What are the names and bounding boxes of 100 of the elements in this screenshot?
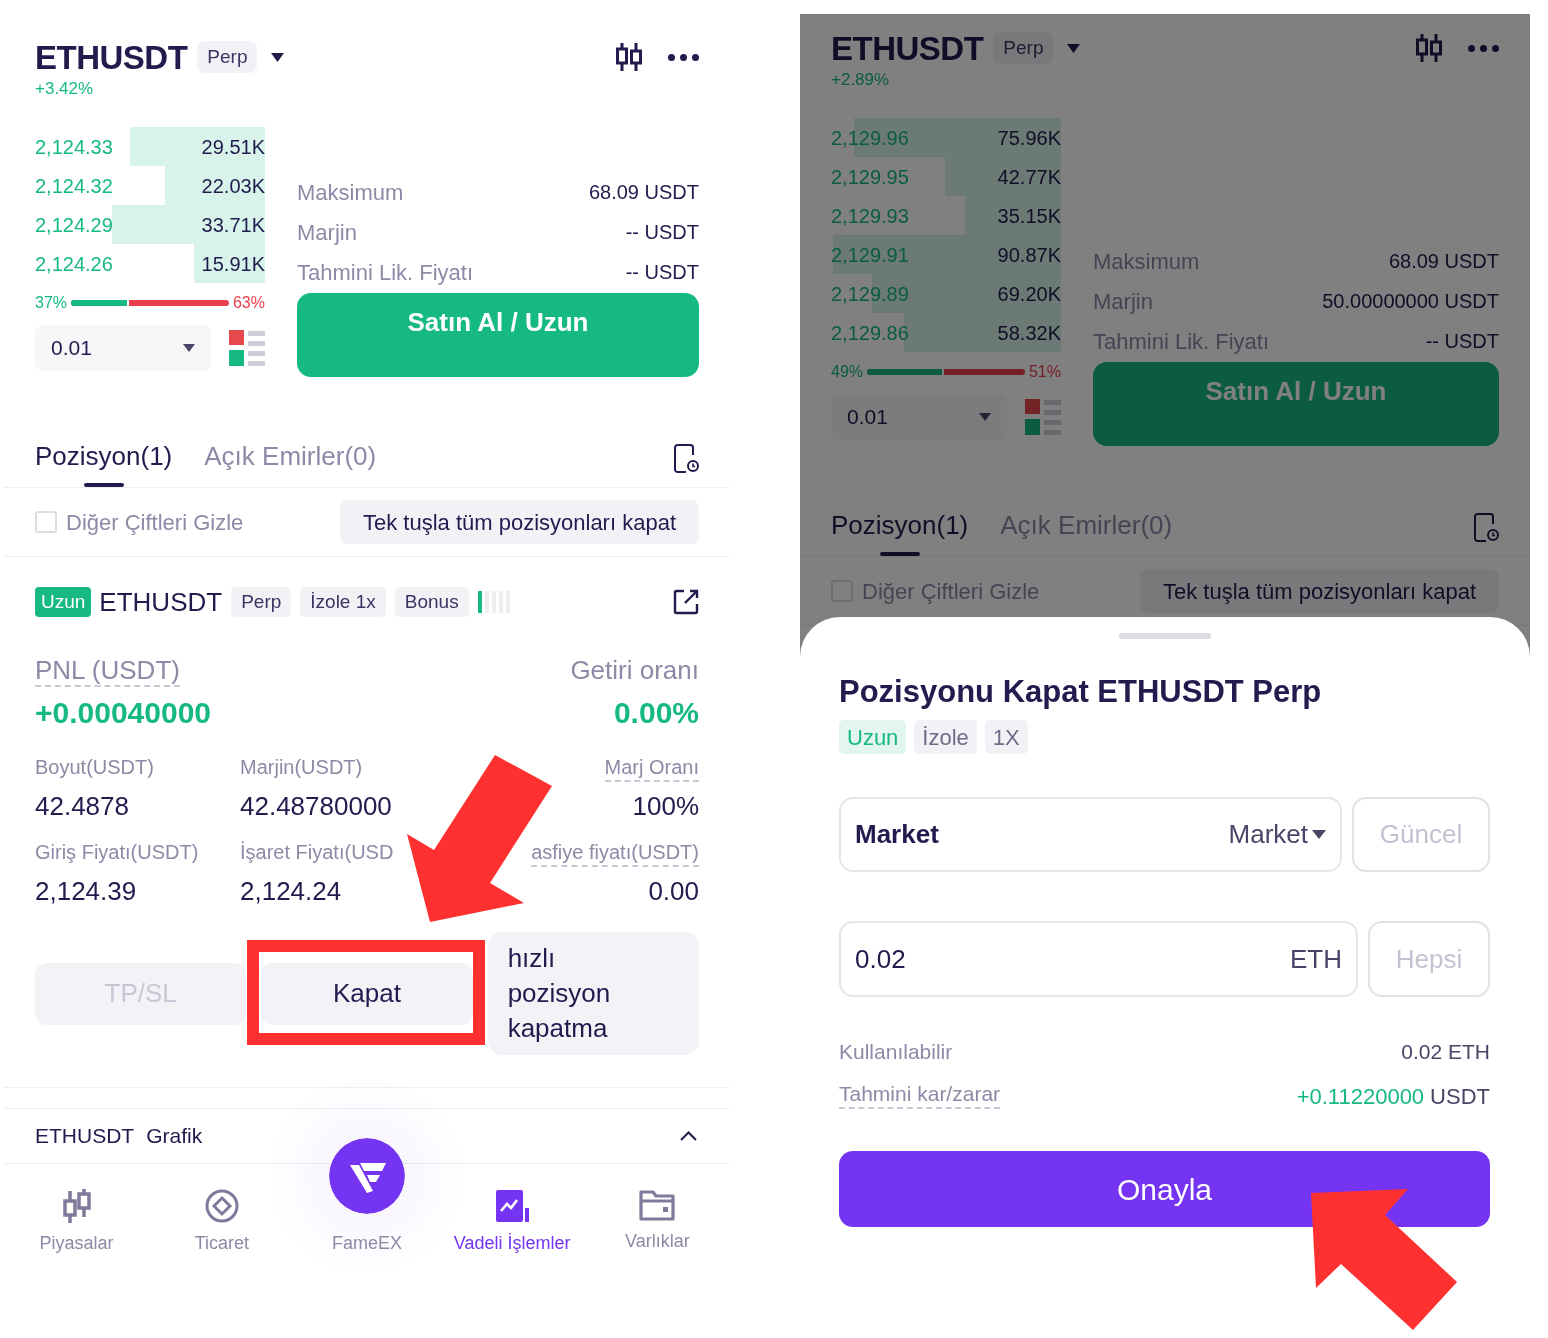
order-price: 2,129.96	[831, 125, 909, 151]
contract-tag: Perp	[993, 32, 1054, 64]
order-price: 2,124.26	[35, 251, 113, 277]
stat-label: Boyut(USDT)	[35, 755, 154, 780]
order-book-layout-icon[interactable]	[229, 330, 265, 366]
tab[interactable]: Açık Emirler(0)	[204, 440, 377, 487]
summary-label: Getiri oranı	[570, 655, 699, 687]
external-link-icon[interactable]	[673, 589, 699, 615]
symbol-title: ETHUSDT	[831, 31, 984, 65]
amount-field[interactable]: 0.02 ETH	[839, 921, 1358, 997]
order-price: 2,129.93	[831, 203, 909, 229]
info-value: -- USDT	[1425, 329, 1499, 354]
stat-value: 42.48780000	[240, 790, 392, 822]
chart-label: Grafik	[146, 1123, 203, 1150]
sell-ratio-label: 63%	[232, 293, 265, 313]
order-price: 2,124.32	[35, 173, 113, 199]
logo-icon[interactable]	[329, 1138, 405, 1214]
order-book-row[interactable]: 2,124.26 15.91K	[35, 244, 265, 283]
order-book-row[interactable]: 2,129.86 58.32K	[831, 313, 1061, 352]
nav-tab[interactable]: Ticaret	[149, 1189, 295, 1254]
stat-label: İşaret Fiyatı(USD	[240, 840, 394, 865]
price-field[interactable]: Market Market	[839, 797, 1342, 872]
quantity-select[interactable]: 0.01	[35, 325, 211, 371]
order-book-layout-icon[interactable]	[1025, 399, 1061, 435]
buy-ratio-label: 49%	[831, 362, 864, 382]
wallet-icon[interactable]	[639, 1189, 676, 1221]
order-price: 2,129.89	[831, 281, 909, 307]
chart-square-icon[interactable]	[495, 1189, 530, 1223]
unit-label: ETH	[1290, 942, 1342, 976]
stat-value: 100%	[632, 790, 699, 822]
order-amount: 42.77K	[997, 164, 1061, 190]
more-icon[interactable]	[668, 53, 699, 61]
order-book-row[interactable]: 2,129.96 75.96K	[831, 118, 1061, 157]
stat-label: Marj Oranı	[604, 754, 699, 782]
checkbox[interactable]	[35, 511, 57, 533]
order-amount: 29.51K	[201, 134, 265, 160]
nav-tab[interactable]: Piyasalar	[4, 1189, 150, 1254]
position-action-button[interactable]: Kapat	[261, 962, 473, 1025]
order-book-row[interactable]: 2,129.91 90.87K	[831, 235, 1061, 274]
order-amount: 15.91K	[201, 251, 265, 277]
info-value: 68.09 USDT	[588, 180, 699, 205]
contract-tag: Perp	[197, 41, 258, 73]
close-all-button[interactable]: Tek tuşla tüm pozisyonları kapat	[1139, 569, 1499, 613]
order-book-row[interactable]: 2,124.33 29.51K	[35, 127, 265, 166]
sheet-tag: Uzun	[839, 720, 907, 754]
order-book-row[interactable]: 2,124.29 33.71K	[35, 205, 265, 244]
price-change: +2.89%	[831, 70, 891, 90]
checkbox-label[interactable]: Diğer Çiftleri Gizle	[66, 505, 244, 539]
sheet-tag: İzole	[914, 720, 977, 754]
checkbox-label[interactable]: Diğer Çiftleri Gizle	[862, 574, 1040, 608]
caret-down-icon[interactable]	[271, 52, 285, 62]
tab[interactable]: Pozisyon(1)	[35, 440, 173, 487]
order-type-select[interactable]: Market	[1228, 815, 1326, 854]
diamond-circle-icon[interactable]	[204, 1189, 239, 1223]
sheet-title: Pozisyonu Kapat ETHUSDT Perp	[839, 673, 1323, 711]
tab[interactable]: Pozisyon(1)	[831, 509, 969, 556]
order-price: 2,129.86	[831, 320, 909, 346]
stat-value: 42.4878	[35, 790, 129, 822]
summary-label: PNL (USDT)	[35, 655, 180, 687]
available-value: 0.02 ETH	[1401, 1039, 1490, 1066]
sell-ratio-label: 51%	[1028, 362, 1061, 382]
sheet-handle[interactable]	[1118, 633, 1211, 639]
tab[interactable]: Açık Emirler(0)	[1000, 509, 1173, 556]
summary-value: +0.00040000	[35, 695, 211, 731]
candlestick-icon[interactable]	[61, 1189, 92, 1223]
close-all-button[interactable]: Tek tuşla tüm pozisyonları kapat	[339, 500, 699, 544]
order-amount: 69.20K	[997, 281, 1061, 307]
order-history-icon[interactable]	[674, 444, 699, 473]
stat-value: 2,124.39	[35, 875, 137, 907]
chevron-up-icon[interactable]	[680, 1131, 697, 1141]
estimate-value: +0.11220000	[1296, 1084, 1425, 1110]
order-book-row[interactable]: 2,124.32 22.03K	[35, 166, 265, 205]
order-book-row[interactable]: 2,129.95 42.77K	[831, 157, 1061, 196]
nav-tab[interactable]: Varlıklar	[584, 1189, 730, 1252]
order-book-row[interactable]: 2,129.89 69.20K	[831, 274, 1061, 313]
side-badge: Uzun	[35, 587, 92, 617]
unit-label: USDT	[1430, 1084, 1490, 1110]
buy-long-button[interactable]: Satın Al / Uzun	[297, 293, 699, 377]
order-book-row[interactable]: 2,129.93 35.15K	[831, 196, 1061, 235]
stat-value: 0.00	[648, 875, 699, 907]
candlestick-chart-icon[interactable]	[614, 42, 644, 72]
nav-tab[interactable]: FameEX	[294, 1138, 440, 1254]
order-price: 2,129.95	[831, 164, 909, 190]
position-action-button[interactable]: hızlı pozisyon kapatma	[487, 932, 699, 1055]
confirm-button[interactable]: Onayla	[839, 1151, 1490, 1227]
stat-label: Marjin(USDT)	[240, 755, 363, 780]
info-label: Marjin	[1093, 287, 1153, 316]
quantity-select[interactable]: 0.01	[831, 394, 1007, 440]
position-tag: İzole 1x	[300, 587, 386, 617]
order-price: 2,124.29	[35, 212, 113, 238]
order-price: 2,124.33	[35, 134, 113, 160]
available-label: Kullanılabilir	[839, 1039, 953, 1066]
info-value: -- USDT	[625, 260, 699, 285]
nav-tab[interactable]: Vadeli İşlemler	[439, 1189, 585, 1254]
position-symbol: ETHUSDT	[99, 585, 223, 619]
order-amount: 58.32K	[997, 320, 1061, 346]
info-value: -- USDT	[625, 220, 699, 245]
caret-down-icon[interactable]	[183, 344, 195, 352]
caret-down-icon[interactable]	[1312, 830, 1326, 839]
stat-label: asfiye fiyatı(USDT)	[531, 839, 699, 867]
